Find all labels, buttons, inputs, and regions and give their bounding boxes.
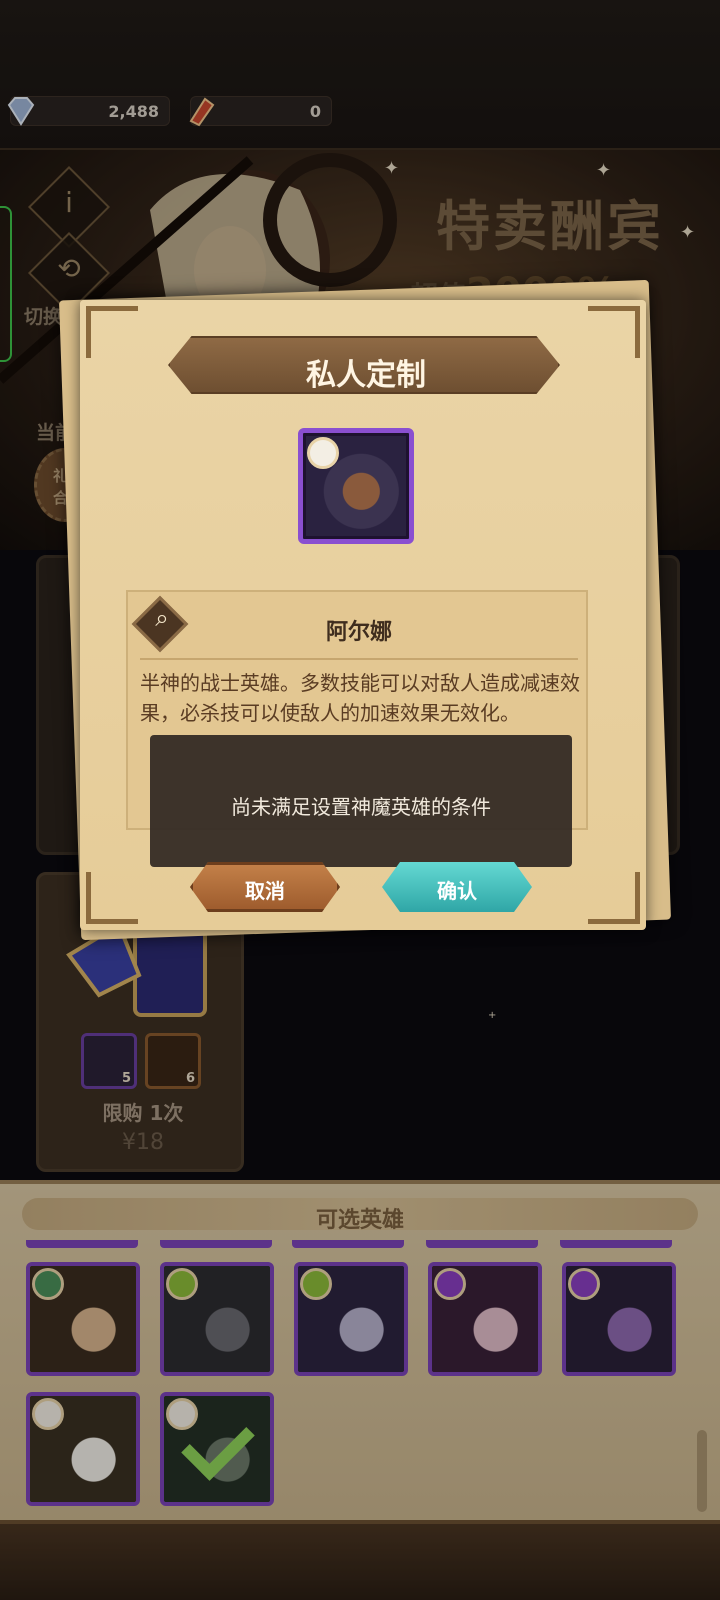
modal-title: 私人定制 — [306, 358, 426, 393]
warning-toast: 尚未满足设置神魔英雄的条件 — [150, 735, 572, 867]
corner-ornament — [86, 306, 138, 358]
confirm-button[interactable]: 确认 — [382, 862, 532, 912]
corner-ornament — [588, 306, 640, 358]
cancel-button[interactable]: 取消 — [190, 862, 340, 912]
celestial-faction-icon — [307, 437, 339, 469]
divider — [140, 658, 578, 660]
cancel-label: 取消 — [245, 879, 285, 903]
hero-name: 阿尔娜 — [325, 620, 392, 645]
toast-message: 尚未满足设置神魔英雄的条件 — [231, 795, 491, 819]
modal-title-plate: 私人定制 — [168, 336, 560, 394]
corner-ornament — [588, 872, 640, 924]
confirm-label: 确认 — [437, 879, 477, 903]
hero-description: 半神的战士英雄。多数技能可以对敌人造成减速效果，必杀技可以使敌人的加速效果无效化… — [140, 671, 580, 725]
corner-ornament — [86, 872, 138, 924]
selected-hero-portrait[interactable] — [298, 428, 414, 544]
